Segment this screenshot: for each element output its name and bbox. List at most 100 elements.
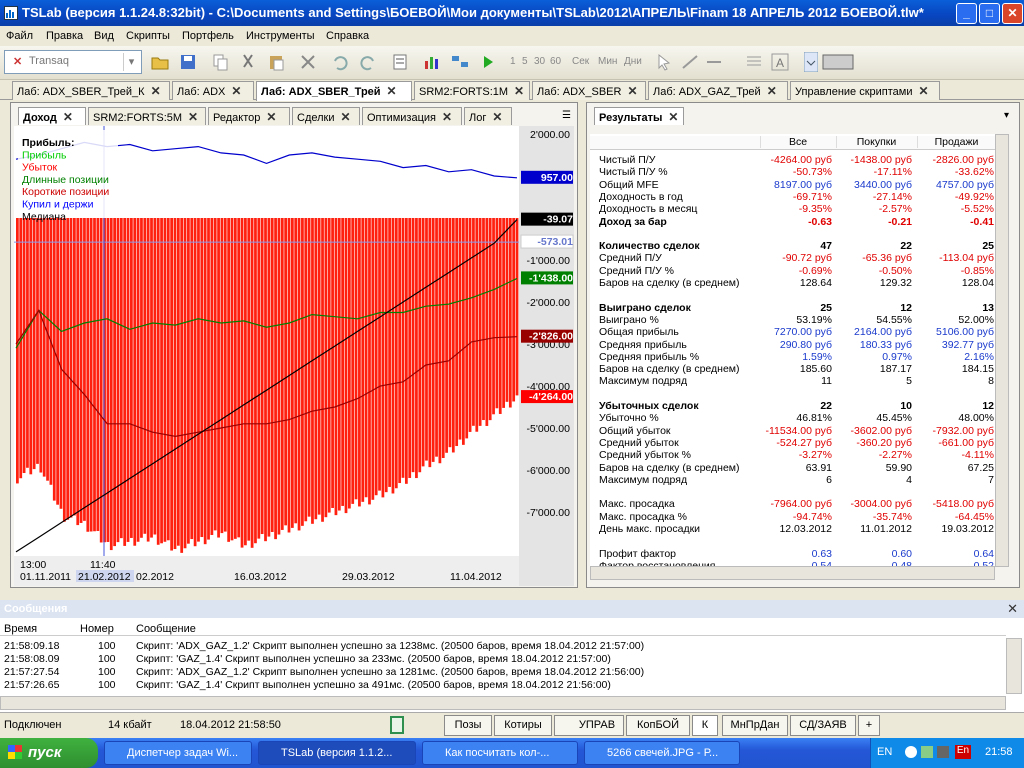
tab-adx-sber-trei[interactable]: Лаб: ADX_SBER_Трей ✕ [256, 81, 412, 101]
interval-30[interactable]: 30 [534, 56, 545, 67]
chevron-down-icon[interactable]: ▾ [123, 53, 139, 71]
message-row[interactable]: 21:57:27.54 100 Скрипт: 'ADX_GAZ_1.2' Скри… [0, 666, 1006, 679]
close-icon[interactable]: ✕ [767, 84, 777, 98]
close-icon[interactable]: ✕ [387, 84, 397, 98]
open-folder-icon[interactable] [150, 52, 170, 72]
messages-hscroll[interactable] [0, 696, 1006, 710]
close-icon[interactable]: ✕ [627, 84, 637, 98]
message-row[interactable]: 21:57:26.65 100 Скрипт: 'GAZ_1.4' Скрипт в… [0, 679, 1006, 692]
maximize-button[interactable]: □ [979, 3, 1000, 24]
close-icon[interactable]: ✕ [231, 84, 241, 98]
tab-adx-sber[interactable]: Лаб: ADX_SBER ✕ [532, 81, 646, 100]
task-image-viewer[interactable]: 5266 свечей.JPG - Р... [584, 741, 740, 765]
tab-adx-sber-trei-k[interactable]: Лаб: ADX_SBER_Трей_К ✕ [12, 81, 170, 100]
save-icon[interactable] [178, 52, 198, 72]
tab-results[interactable]: Результаты ✕ [594, 107, 684, 125]
language-indicator[interactable]: EN [877, 746, 892, 758]
close-icon[interactable]: ✕ [442, 110, 452, 124]
interval-1[interactable]: 1 [510, 56, 516, 67]
panel-menu-icon[interactable]: ☰ [562, 110, 571, 121]
task-task-manager[interactable]: Диспетчер задач Wi... [104, 741, 252, 765]
layout-icon[interactable] [450, 52, 470, 72]
task-browser[interactable]: Как посчитать кол-... [422, 741, 578, 765]
col-buys[interactable]: Покупки [836, 136, 916, 148]
redo-icon[interactable] [358, 52, 378, 72]
col-sells[interactable]: Продажи [917, 136, 995, 148]
close-icon[interactable]: ✕ [492, 110, 502, 124]
interval-5[interactable]: 5 [522, 56, 528, 67]
keyboard-layout-icon[interactable]: En [955, 745, 971, 759]
menu-help[interactable]: Справка [326, 30, 369, 42]
network-icon[interactable] [921, 746, 933, 758]
interval-60[interactable]: 60 [550, 56, 561, 67]
col-time[interactable]: Время [4, 623, 37, 635]
tab-sd-zayav[interactable]: СД/ЗАЯВ [790, 715, 856, 736]
paste-icon[interactable] [266, 52, 286, 72]
delete-icon[interactable] [298, 52, 318, 72]
results-hscroll[interactable] [590, 566, 995, 580]
close-icon[interactable]: ✕ [668, 110, 678, 124]
play-icon[interactable] [478, 52, 498, 72]
message-row[interactable]: 21:58:09.18 100 Скрипт: 'ADX_GAZ_1.2' Скри… [0, 640, 1006, 653]
connector-select[interactable]: ✕ Transaq ▾ [4, 50, 142, 74]
copy-icon[interactable] [210, 52, 230, 72]
menu-view[interactable]: Вид [94, 30, 114, 42]
tab-adx-gaz-trei[interactable]: Лаб: ADX_GAZ_Трей ✕ [648, 81, 788, 100]
col-all[interactable]: Все [760, 136, 835, 148]
line-tool-icon[interactable] [680, 52, 700, 72]
close-button[interactable]: ✕ [1002, 3, 1023, 24]
col-number[interactable]: Номер [80, 623, 114, 635]
chart-icon[interactable] [422, 52, 442, 72]
tab-optimization[interactable]: Оптимизация ✕ [362, 107, 462, 125]
results-vscroll[interactable] [995, 134, 1009, 567]
close-icon[interactable]: ✕ [341, 110, 351, 124]
menu-portfolio[interactable]: Портфель [182, 30, 234, 42]
cursor-icon[interactable] [654, 52, 674, 72]
close-icon[interactable]: ✕ [918, 84, 928, 98]
tab-log[interactable]: Лог ✕ [464, 107, 512, 125]
tab-k[interactable]: К [692, 715, 718, 736]
menu-scripts[interactable]: Скрипты [126, 30, 170, 42]
tab-editor[interactable]: Редактор ✕ [208, 107, 290, 125]
col-message[interactable]: Сообщение [136, 623, 196, 635]
tab-srm2-forts-1m[interactable]: SRM2:FORTS:1M ✕ [414, 81, 530, 100]
close-icon[interactable]: ✕ [1007, 601, 1018, 617]
properties-icon[interactable] [390, 52, 410, 72]
messages-vscroll[interactable] [1006, 638, 1022, 694]
fibonacci-icon[interactable] [744, 52, 764, 72]
close-icon[interactable]: ✕ [266, 110, 276, 124]
close-icon[interactable]: ✕ [188, 110, 198, 124]
interval-min[interactable]: Мин [598, 56, 617, 67]
color-picker-icon[interactable] [822, 52, 854, 72]
interval-sec[interactable]: Сек [572, 56, 589, 67]
tab-positions[interactable]: Позы [444, 715, 492, 736]
tray-app-icon[interactable] [937, 746, 949, 758]
interval-days[interactable]: Дни [624, 56, 642, 67]
minimize-button[interactable]: _ [956, 3, 977, 24]
tab-adx[interactable]: Лаб: ADX ✕ [172, 81, 254, 100]
start-button[interactable]: пуск [0, 738, 98, 768]
close-icon[interactable]: ✕ [151, 84, 161, 98]
tab-kopboi[interactable]: КопБОЙ [626, 715, 690, 736]
tab-income[interactable]: Доход ✕ [18, 107, 86, 125]
speaker-icon[interactable] [905, 746, 917, 758]
close-icon[interactable]: ✕ [63, 110, 73, 124]
close-icon[interactable]: ✕ [514, 84, 524, 98]
tab-srm2-forts-5m[interactable]: SRM2:FORTS:5M ✕ [88, 107, 206, 125]
task-tslab[interactable]: TSLab (версия 1.1.2... [258, 741, 416, 765]
tab-deals[interactable]: Сделки ✕ [292, 107, 360, 125]
dropdown-icon[interactable] [803, 51, 819, 73]
hline-tool-icon[interactable] [704, 52, 724, 72]
menu-tools[interactable]: Инструменты [246, 30, 315, 42]
message-row[interactable]: 21:58:08.09 100 Скрипт: 'GAZ_1.4' Скрипт в… [0, 653, 1006, 666]
add-tab-button[interactable]: + [858, 715, 880, 736]
menu-edit[interactable]: Правка [46, 30, 83, 42]
cut-icon[interactable] [238, 52, 258, 72]
tab-quotes[interactable]: Котиры [494, 715, 552, 736]
tab-control[interactable]: УПРАВ [554, 715, 624, 736]
panel-menu-icon[interactable]: ▾ [1004, 110, 1009, 121]
equity-chart[interactable]: 2'000.001'000.000.00-1'000.00-2'000.00-3… [14, 126, 574, 586]
menu-file[interactable]: Файл [6, 30, 33, 42]
undo-icon[interactable] [330, 52, 350, 72]
tab-mnprdan[interactable]: МнПрДан [722, 715, 788, 736]
